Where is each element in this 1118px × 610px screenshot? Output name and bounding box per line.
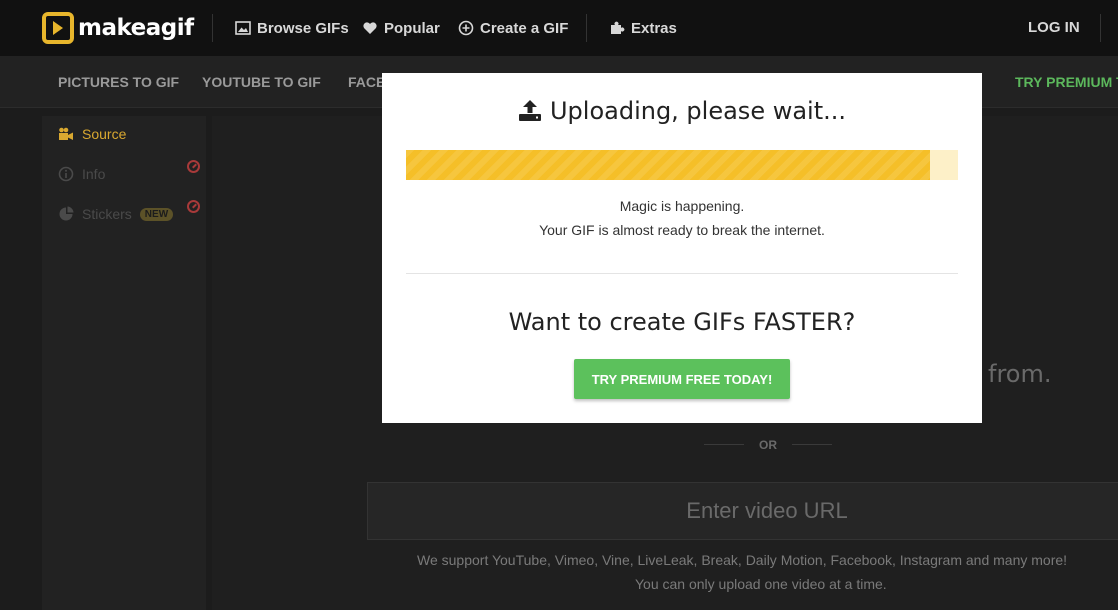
tab-try-premium[interactable]: TRY PREMIUM T (1015, 74, 1118, 90)
or-divider-line (704, 444, 744, 445)
disabled-icon (187, 200, 200, 213)
sidebar-item-info-label: Info (82, 166, 106, 182)
upload-icon (518, 100, 541, 121)
nav-divider (212, 14, 213, 42)
nav-browse-gifs-label: Browse GIFs (257, 19, 349, 37)
logo-text: makeagif (78, 15, 194, 41)
disabled-icon (187, 160, 200, 173)
video-camera-icon (59, 127, 73, 140)
nav-create-gif-label: Create a GIF (480, 19, 569, 37)
nav-extras[interactable]: Extras (609, 18, 677, 38)
progress-submessage: Your GIF is almost ready to break the in… (539, 222, 825, 238)
sidebar-item-source[interactable]: Source (58, 124, 126, 144)
upload-hint-text: from. (988, 360, 1052, 388)
new-badge: NEW (139, 207, 174, 221)
info-icon (58, 166, 74, 182)
tab-pictures-to-gif[interactable]: PICTURES TO GIF (58, 74, 179, 90)
nav-browse-gifs[interactable]: Browse GIFs (235, 18, 349, 38)
puzzle-icon (611, 21, 625, 34)
nav-divider (1100, 14, 1101, 42)
or-label: OR (759, 438, 777, 452)
sidebar: Source Info Stickers NEW (42, 116, 206, 610)
modal-title-text: Uploading, please wait... (549, 97, 847, 125)
sidebar-item-info[interactable]: Info (58, 164, 105, 184)
tab-face[interactable]: FACE (348, 74, 385, 90)
nav-extras-label: Extras (631, 19, 677, 37)
nav-create-gif[interactable]: Create a GIF (458, 18, 568, 38)
play-logo-icon (42, 12, 74, 44)
upload-progress-fill (406, 150, 931, 180)
upload-limit-text: You can only upload one video at a time. (635, 576, 887, 592)
supported-sites-text: We support YouTube, Vimeo, Vine, LiveLea… (417, 552, 1068, 568)
tab-youtube-to-gif[interactable]: YOUTUBE TO GIF (202, 74, 321, 90)
heart-icon (363, 22, 377, 34)
nav-popular[interactable]: Popular (362, 18, 440, 38)
nav-popular-label: Popular (384, 19, 440, 37)
or-divider-line (792, 444, 832, 445)
nav-divider (586, 14, 587, 42)
promo-heading: Want to create GIFs FASTER? (508, 308, 856, 336)
upload-progress-bar (406, 150, 958, 180)
sticker-icon (59, 206, 74, 221)
top-navbar: makeagif Browse GIFs Popular Create a GI… (0, 0, 1118, 56)
image-icon (235, 21, 251, 35)
login-link[interactable]: LOG IN (1028, 19, 1080, 36)
progress-message: Magic is happening. (619, 198, 745, 214)
modal-divider (406, 273, 958, 274)
sidebar-item-stickers[interactable]: Stickers NEW (58, 204, 174, 224)
upload-modal: Uploading, please wait... Magic is happe… (382, 73, 982, 423)
sidebar-item-stickers-label: Stickers (82, 206, 132, 222)
try-premium-button[interactable]: TRY PREMIUM FREE TODAY! (574, 359, 790, 399)
modal-title: Uploading, please wait... (382, 97, 982, 125)
video-url-input[interactable] (368, 498, 1118, 524)
sidebar-item-source-label: Source (82, 126, 127, 142)
plus-circle-icon (458, 20, 474, 36)
makeagif-logo[interactable]: makeagif (42, 12, 194, 44)
video-url-box (367, 482, 1118, 540)
